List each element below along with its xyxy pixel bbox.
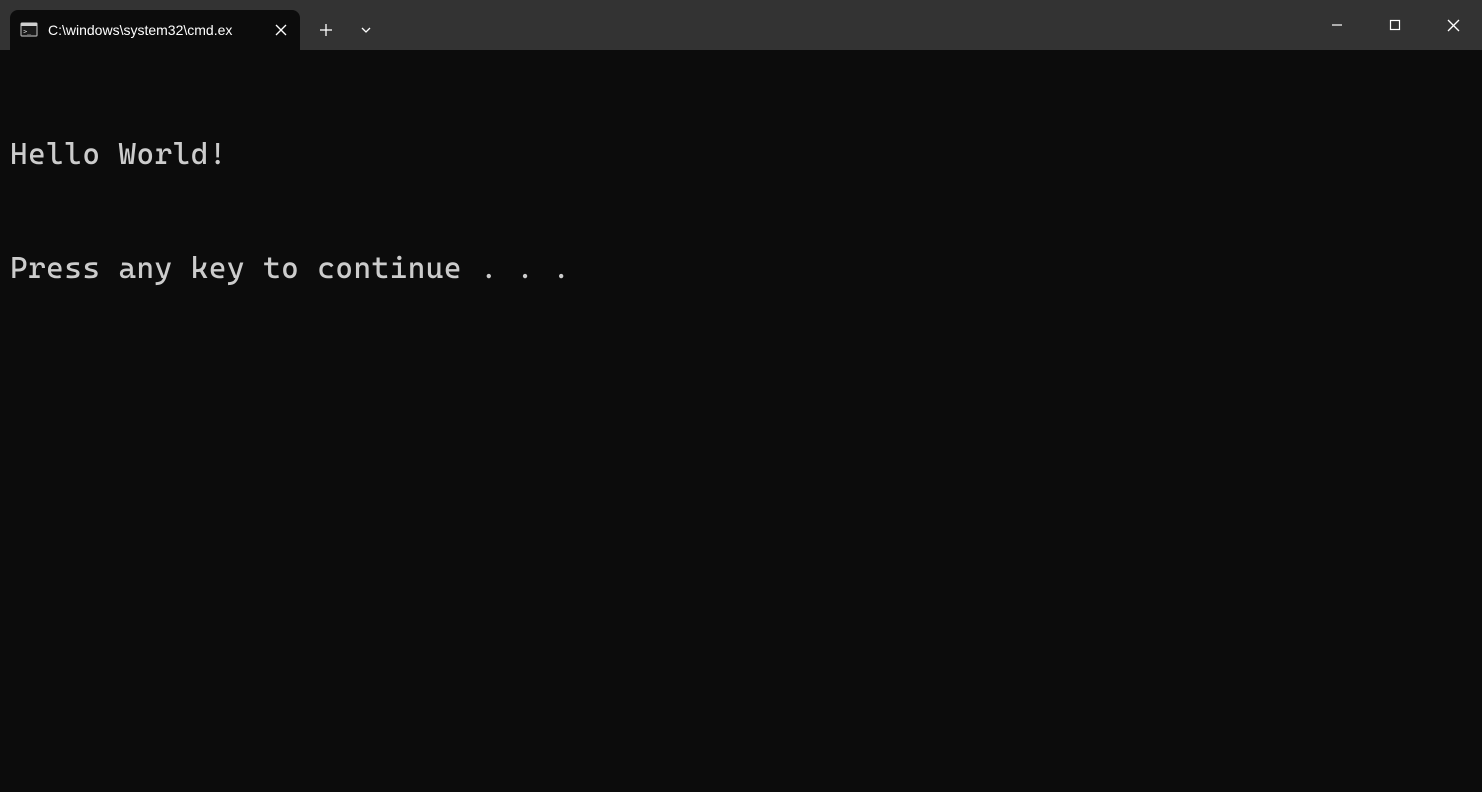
tab-close-button[interactable]	[270, 19, 292, 41]
tab-actions	[306, 10, 386, 50]
tab-cmd[interactable]: >_ C:\windows\system32\cmd.ex	[10, 10, 300, 50]
output-line: Press any key to continue . . .	[10, 250, 1472, 288]
window-controls	[1308, 0, 1482, 50]
cmd-icon: >_	[20, 21, 38, 39]
maximize-icon	[1389, 19, 1401, 31]
plus-icon	[319, 23, 333, 37]
minimize-button[interactable]	[1308, 0, 1366, 50]
tab-title: C:\windows\system32\cmd.ex	[48, 22, 260, 38]
minimize-icon	[1331, 19, 1343, 31]
close-icon	[275, 24, 287, 36]
tab-dropdown-button[interactable]	[346, 10, 386, 50]
tab-strip: >_ C:\windows\system32\cmd.ex	[0, 0, 386, 50]
close-icon	[1447, 19, 1460, 32]
output-line: Hello World!	[10, 136, 1472, 174]
maximize-button[interactable]	[1366, 0, 1424, 50]
window-close-button[interactable]	[1424, 0, 1482, 50]
svg-text:>_: >_	[23, 28, 31, 36]
chevron-down-icon	[360, 24, 372, 36]
titlebar: >_ C:\windows\system32\cmd.ex	[0, 0, 1482, 50]
new-tab-button[interactable]	[306, 10, 346, 50]
terminal-output[interactable]: Hello World! Press any key to continue .…	[0, 50, 1482, 792]
